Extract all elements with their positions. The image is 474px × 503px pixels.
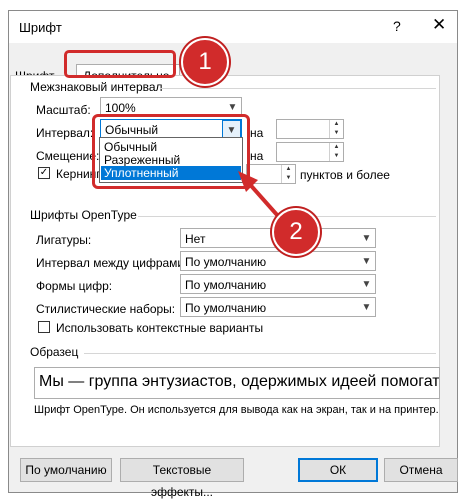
annotation-arrow [238, 171, 280, 218]
badge-two: 2 [272, 208, 320, 256]
badge-one: 1 [181, 38, 229, 86]
